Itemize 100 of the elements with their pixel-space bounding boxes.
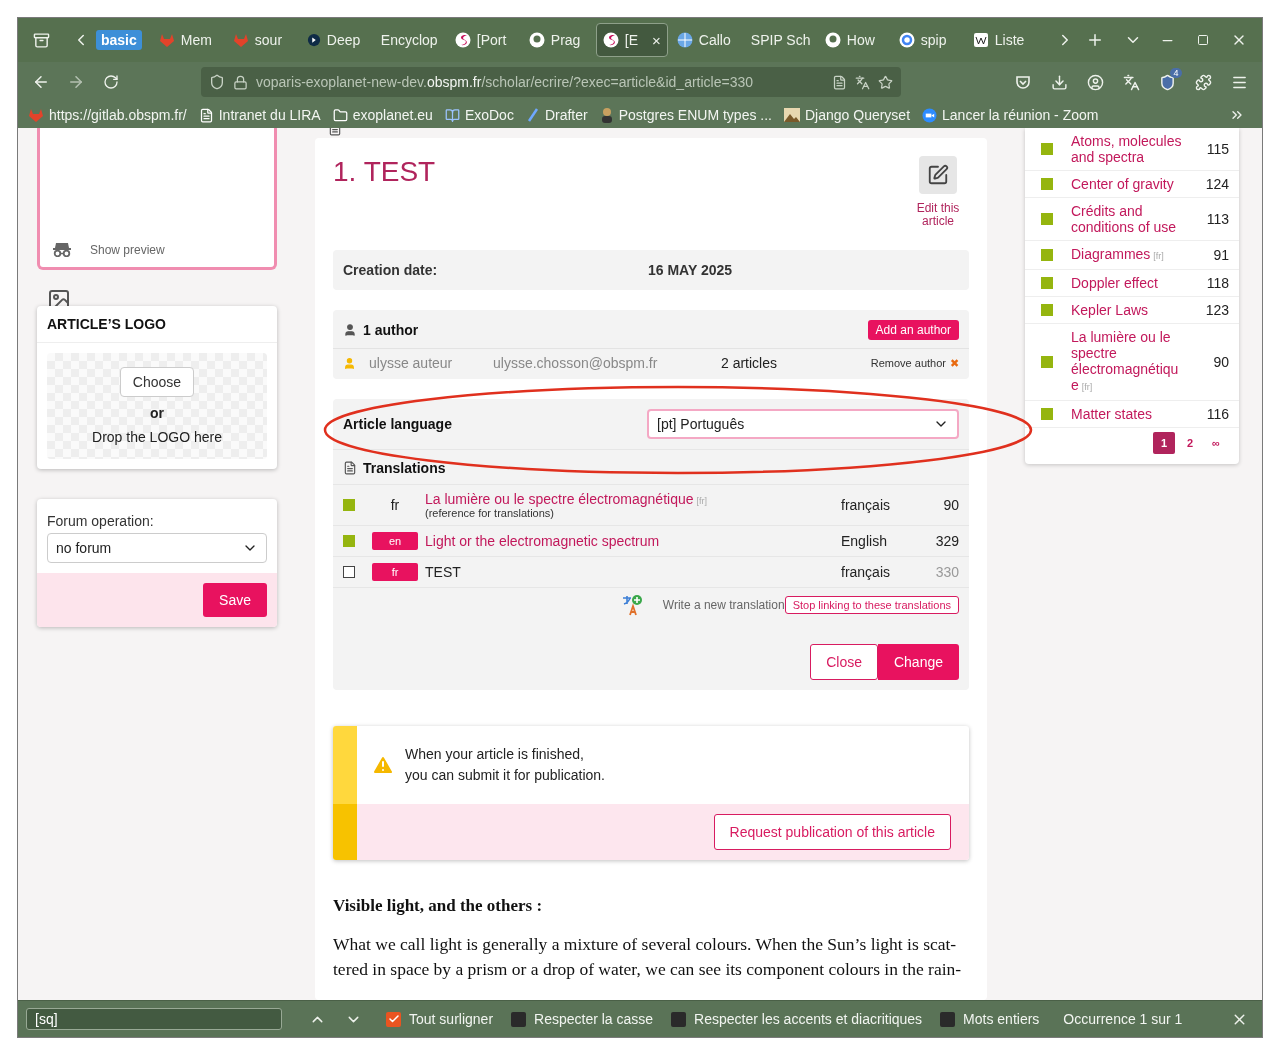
- browser-tab[interactable]: Mem: [151, 23, 224, 57]
- translation-language: français: [841, 564, 892, 580]
- person-icon: [343, 323, 357, 337]
- save-button[interactable]: Save: [203, 583, 267, 617]
- match-status: Occurrence 1 sur 1: [1063, 1011, 1183, 1027]
- add-author-button[interactable]: Add an author: [867, 320, 959, 340]
- notice-text: When your article is finished, you can submit it for publication.: [405, 745, 605, 785]
- figure-icon: [599, 107, 614, 123]
- author-name[interactable]: ulysse auteur: [369, 355, 493, 371]
- spy-icon: [52, 241, 72, 257]
- translation-title[interactable]: La lumière ou le spectre électromagnétique: [425, 491, 694, 507]
- translation-language: français: [841, 497, 892, 513]
- article-link[interactable]: La lumière ou le spectre électromagnétiqu e [fr]: [1071, 329, 1195, 395]
- translate-icon[interactable]: [620, 594, 643, 616]
- checkbox[interactable]: [511, 1011, 527, 1027]
- language-tag: [fr]: [696, 496, 707, 506]
- bookmark[interactable]: https://gitlab.obspm.fr/: [28, 107, 187, 123]
- address-bar[interactable]: voparis-exoplanet-new-dev.obspm.fr/scholar/ecrire/?exec=article&id_article=330: [201, 67, 901, 97]
- bookmark[interactable]: Drafter: [525, 107, 588, 123]
- translation-note: (reference for translations): [425, 507, 555, 519]
- card-title: ARTICLE’S LOGO: [37, 306, 277, 343]
- fox-icon: [232, 32, 249, 48]
- browser-tab[interactable]: [E ×: [595, 23, 668, 57]
- browser-tab[interactable]: Deep: [299, 23, 372, 57]
- checkbox[interactable]: [386, 1011, 401, 1027]
- page-link[interactable]: 2: [1179, 432, 1201, 454]
- translation-title: TEST: [425, 564, 461, 580]
- option-label[interactable]: Tout surligner: [409, 1011, 494, 1027]
- translation-id: 90: [942, 497, 959, 513]
- unlink-button[interactable]: Stop linking to these translations: [784, 596, 959, 614]
- bookmark[interactable]: exoplanet.eu: [332, 107, 433, 123]
- bookmark[interactable]: Lancer la réunion - Zoom: [922, 107, 1099, 123]
- language-select[interactable]: [pt] Português: [647, 409, 959, 439]
- language-code: fr: [390, 497, 400, 513]
- article-link[interactable]: Doppler effect: [1071, 275, 1195, 291]
- article-link[interactable]: Atoms, molecules and spectra: [1071, 133, 1195, 165]
- browser-tab[interactable]: SPIP Sch: [743, 23, 816, 57]
- edit-article-link[interactable]: Edit this article: [913, 202, 963, 228]
- browser-tab[interactable]: Encyclop: [373, 23, 446, 57]
- browser-tab[interactable]: [Port: [447, 23, 520, 57]
- show-preview-link[interactable]: Show preview: [90, 243, 165, 257]
- remove-author-link[interactable]: Remove author ✖: [870, 356, 959, 370]
- checkbox[interactable]: [671, 1011, 687, 1027]
- browser-tab[interactable]: Prag: [521, 23, 594, 57]
- bookmark[interactable]: Postgres ENUM types ...: [599, 107, 772, 123]
- option-label[interactable]: Respecter les accents et diacritiques: [694, 1011, 923, 1027]
- option-label[interactable]: Respecter la casse: [534, 1011, 654, 1027]
- checkbox[interactable]: [343, 566, 355, 578]
- article-link[interactable]: Kepler Laws: [1071, 302, 1195, 318]
- fox-icon: [158, 32, 175, 48]
- forum-select[interactable]: no forum: [47, 533, 267, 563]
- drop-hint: Drop the LOGO here: [92, 429, 222, 445]
- translation-title[interactable]: Light or the electromagnetic spectrum: [425, 533, 660, 549]
- article-count: 116: [1205, 406, 1229, 422]
- choose-button[interactable]: Choose: [119, 367, 195, 397]
- browser-tab[interactable]: Callo: [669, 23, 742, 57]
- article-link[interactable]: Matter states: [1071, 406, 1195, 422]
- article-link[interactable]: Center of gravity: [1071, 176, 1195, 192]
- request-publication-button[interactable]: Request publication of this article: [713, 814, 951, 850]
- article-count: 118: [1205, 275, 1229, 291]
- slash-icon: [525, 108, 540, 122]
- checkbox[interactable]: [940, 1011, 956, 1027]
- article-count: 91: [1212, 247, 1229, 263]
- document-icon: [343, 461, 357, 475]
- book-icon: [444, 107, 460, 123]
- translation-id: 329: [934, 533, 959, 549]
- edit-icon[interactable]: [919, 156, 957, 194]
- translation-id: 330: [934, 564, 959, 580]
- option-label[interactable]: Mots entiers: [963, 1011, 1040, 1027]
- article-count: 90: [1212, 354, 1229, 370]
- folder-icon: [332, 107, 348, 123]
- tab-group-label[interactable]: basic: [96, 30, 142, 50]
- new-translation-link[interactable]: Write a new translation: [662, 598, 785, 612]
- close-button[interactable]: Close: [810, 644, 878, 680]
- browser-tab[interactable]: How: [817, 23, 890, 57]
- language-code: en: [372, 532, 418, 550]
- globe-icon: [676, 32, 693, 48]
- article-link[interactable]: Diagrammes [fr]: [1071, 246, 1195, 264]
- bookmark[interactable]: ExoDoc: [444, 107, 514, 123]
- browser-tab[interactable]: Liste: [965, 23, 1038, 57]
- creation-date-label: Creation date:: [343, 262, 439, 278]
- article-count: 124: [1204, 176, 1229, 192]
- find-field[interactable]: [sq]: [26, 1008, 282, 1030]
- browser-tab[interactable]: sour: [225, 23, 298, 57]
- article-link[interactable]: Crédits and conditions of use: [1071, 203, 1195, 235]
- page-icon: [198, 107, 214, 123]
- page-link[interactable]: 1: [1153, 432, 1175, 454]
- video-icon: [922, 107, 938, 123]
- browser-tab[interactable]: spip: [891, 23, 964, 57]
- page-link[interactable]: ∞: [1205, 432, 1227, 454]
- article-count: 123: [1204, 302, 1229, 318]
- bookmark[interactable]: Intranet du LIRA: [198, 107, 321, 123]
- language-code: fr: [372, 563, 418, 581]
- picture-icon: [784, 108, 800, 122]
- authors-title: 1 author: [343, 322, 419, 338]
- paragraph-line: What we call light is generally a mixture of several colours. When the Sun’s light is scat-: [333, 933, 958, 956]
- change-button[interactable]: Change: [877, 644, 959, 680]
- bookmark[interactable]: Django Queryset: [784, 107, 911, 123]
- translations-title: Translations: [343, 460, 446, 476]
- drop-zone[interactable]: Choose or Drop the LOGO here: [47, 353, 267, 459]
